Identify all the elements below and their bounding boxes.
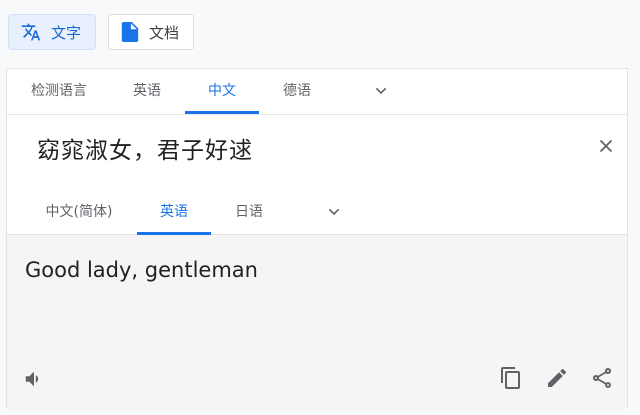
text-mode-button[interactable]: 文字	[8, 14, 97, 50]
target-lang-japanese-tab[interactable]: 日语	[219, 190, 279, 234]
document-mode-label: 文档	[149, 23, 180, 42]
chevron-down-icon[interactable]	[326, 204, 342, 220]
text-mode-label: 文字	[51, 23, 82, 42]
mode-bar: 文字 文档	[8, 14, 195, 52]
source-lang-chinese-tab[interactable]: 中文	[185, 69, 259, 114]
source-text[interactable]: 窈窕淑女，君子好逑	[37, 131, 253, 165]
translated-text: Good lady, gentleman	[25, 258, 258, 282]
target-language-bar: 中文(简体) 英语 日语	[7, 188, 627, 235]
share-icon[interactable]	[590, 366, 614, 390]
source-lang-detect-tab[interactable]: 检测语言	[17, 69, 101, 113]
copy-icon[interactable]	[499, 366, 523, 390]
target-lang-english-tab[interactable]: 英语	[137, 190, 211, 235]
translation-card: 检测语言 英语 中文 德语 窈窕淑女，君子好逑 中文(简体) 英语 日语 Goo…	[6, 68, 628, 410]
translation-output-area: Good lady, gentleman	[7, 235, 627, 410]
translate-icon	[21, 22, 41, 42]
target-lang-chinese-simplified-tab[interactable]: 中文(简体)	[29, 190, 129, 234]
source-input-area[interactable]: 窈窕淑女，君子好逑	[7, 115, 627, 188]
document-mode-button[interactable]: 文档	[108, 14, 195, 50]
source-lang-german-tab[interactable]: 德语	[267, 69, 327, 113]
edit-pencil-icon[interactable]	[545, 366, 569, 390]
document-icon	[121, 22, 139, 42]
chevron-down-icon[interactable]	[373, 83, 389, 99]
speaker-icon[interactable]	[23, 368, 45, 390]
source-language-bar: 检测语言 英语 中文 德语	[7, 69, 627, 115]
source-lang-english-tab[interactable]: 英语	[117, 69, 177, 113]
close-icon[interactable]	[595, 135, 617, 157]
